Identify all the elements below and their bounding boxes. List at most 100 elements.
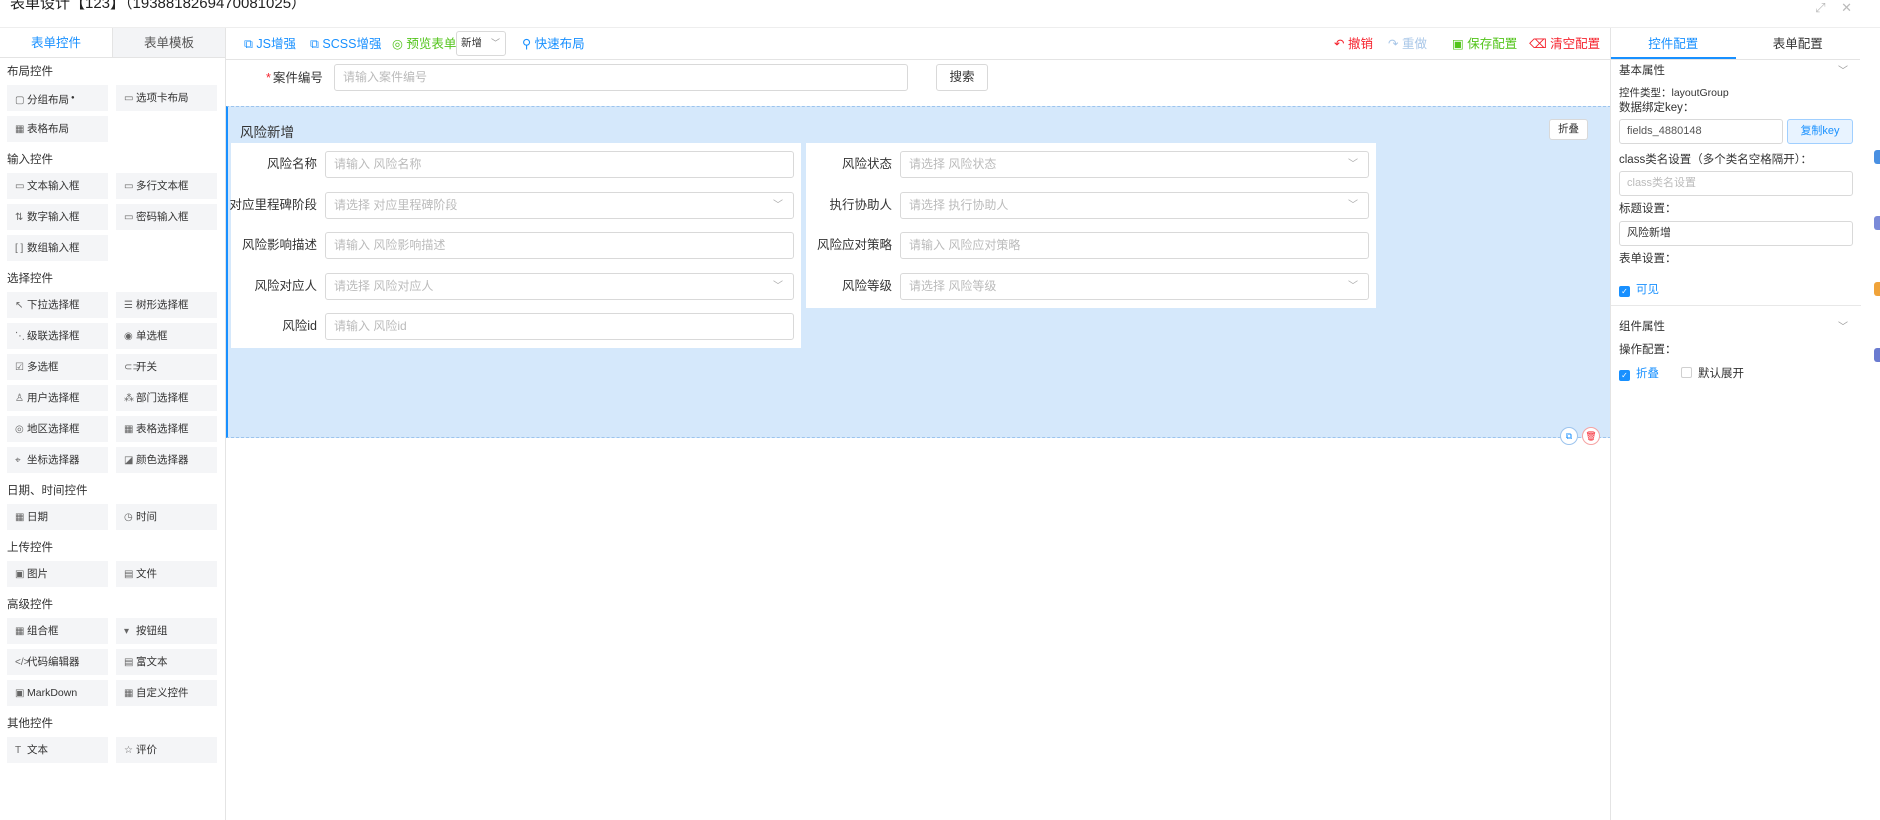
- palette-item-icon: ⌖: [15, 455, 21, 466]
- chevron-down-icon: ﹀: [490, 38, 500, 48]
- palette-item[interactable]: ⌖ 坐标选择器: [7, 447, 108, 473]
- tab-form-config[interactable]: 表单配置: [1736, 28, 1861, 59]
- undo-button[interactable]: ↶ 撤销: [1334, 28, 1373, 60]
- clear-config-button[interactable]: ⌫ 清空配置: [1529, 28, 1600, 60]
- edge-handle[interactable]: [1874, 216, 1880, 230]
- field-input[interactable]: 请输入 风险名称: [325, 151, 794, 178]
- field-select[interactable]: 请选择 对应里程碑阶段 ﹀: [325, 191, 794, 219]
- save-config-button[interactable]: ▣ 保存配置: [1452, 28, 1517, 60]
- palette-item[interactable]: ▤ 富文本: [116, 649, 217, 675]
- edge-handle[interactable]: [1874, 282, 1880, 296]
- component-props-title[interactable]: 组件属性: [1619, 318, 1665, 334]
- palette-item-icon: [ ]: [15, 243, 24, 254]
- palette-item-icon: ▣: [15, 569, 25, 580]
- redo-button[interactable]: ↷ 重做: [1388, 28, 1427, 60]
- palette-item[interactable]: ▦ 自定义控件: [116, 680, 217, 706]
- preview-form-button[interactable]: ◎ 预览表单: [392, 28, 456, 60]
- restore-icon[interactable]: ⤢: [1815, 0, 1825, 15]
- palette-item[interactable]: ▭ 多行文本框: [116, 173, 217, 199]
- class-name-label: class类名设置（多个类名空格隔开）：: [1619, 154, 1812, 166]
- mode-select[interactable]: 新增 ﹀: [456, 31, 506, 56]
- palette-item[interactable]: ◪ 颜色选择器: [116, 447, 217, 473]
- fold-button[interactable]: 折叠: [1549, 119, 1588, 140]
- field-label: 风险对应人: [254, 278, 317, 293]
- edge-handle[interactable]: [1874, 150, 1880, 164]
- case-number-input[interactable]: 请输入案件编号: [334, 64, 908, 91]
- palette-item-icon: ▭: [15, 181, 25, 192]
- field-select[interactable]: 请选择 风险对应人 ﹀: [325, 272, 794, 300]
- palette-item[interactable]: </>代码编辑器: [7, 649, 108, 675]
- check-icon: ✓: [1619, 286, 1630, 297]
- control-type-value: layoutGroup: [1671, 87, 1729, 99]
- field-input[interactable]: 请输入 风险影响描述: [325, 232, 794, 259]
- palette-item[interactable]: ♙ 用户选择框: [7, 385, 108, 411]
- palette-item[interactable]: ⁂ 部门选择框: [116, 385, 217, 411]
- palette-item-label: 日期: [27, 511, 48, 523]
- palette-item[interactable]: ⇅ 数字输入框: [7, 204, 108, 230]
- basic-props-title[interactable]: 基本属性: [1619, 62, 1665, 78]
- scss-enhance-button[interactable]: ⧉ SCSS增强: [310, 28, 381, 60]
- case-number-label: * 案件编号: [266, 68, 323, 88]
- fold-checkbox[interactable]: ✓ 折叠: [1619, 365, 1659, 381]
- palette-item[interactable]: ☑ 多选框: [7, 354, 108, 380]
- field-placeholder: 请输入 风险名称: [334, 157, 422, 171]
- palette-item[interactable]: ▾ 按钮组: [116, 618, 217, 644]
- palette-item[interactable]: T 文本: [7, 737, 108, 763]
- title-bar: 表单设计【123】（1938818269470081025） ⤢ ✕: [0, 0, 1880, 28]
- palette-group-title: 日期、时间控件: [7, 485, 88, 497]
- palette-item[interactable]: ▣ MarkDown: [7, 680, 108, 706]
- default-expand-checkbox[interactable]: 默认展开: [1681, 365, 1744, 381]
- quick-layout-button[interactable]: ⚲ 快速布局: [522, 28, 585, 60]
- palette-item[interactable]: ▭ 选项卡布局: [116, 85, 217, 111]
- field-input[interactable]: 请输入 风险id: [325, 313, 794, 340]
- palette-item[interactable]: ◎ 地区选择框: [7, 416, 108, 442]
- palette-item-label: 数组输入框: [27, 242, 80, 254]
- title-setting-input[interactable]: 风险新增: [1619, 221, 1853, 246]
- palette-item[interactable]: ▭ 密码输入框: [116, 204, 217, 230]
- copy-icon[interactable]: ⧉: [1560, 427, 1578, 445]
- palette-item[interactable]: ☆ 评价: [116, 737, 217, 763]
- palette-item[interactable]: ▢ 分组布局 ●: [7, 85, 108, 111]
- chevron-down-icon[interactable]: ﹀: [1838, 62, 1848, 77]
- fold-label: 折叠: [1636, 368, 1659, 380]
- delete-icon[interactable]: 🗑: [1582, 427, 1600, 445]
- palette-item[interactable]: ▦ 日期: [7, 504, 108, 530]
- field-select[interactable]: 请选择 风险状态 ﹀: [900, 151, 1369, 178]
- palette-item[interactable]: ▤ 文件: [116, 561, 217, 587]
- palette-item[interactable]: ▦ 表格选择框: [116, 416, 217, 442]
- palette-item[interactable]: ⋱ 级联选择框: [7, 323, 108, 349]
- field-input[interactable]: 请输入 风险应对策略: [900, 232, 1369, 259]
- bind-key-input[interactable]: fields_4880148: [1619, 119, 1783, 144]
- search-row: * 案件编号 请输入案件编号 搜索: [226, 60, 1611, 105]
- field-placeholder: 请选择 风险状态: [909, 157, 997, 171]
- palette-item[interactable]: ◷ 时间: [116, 504, 217, 530]
- palette-item[interactable]: ▦ 表格布局: [7, 116, 108, 142]
- palette-item-label: 选项卡布局: [136, 92, 189, 104]
- palette-item[interactable]: ☰ 树形选择框: [116, 292, 217, 318]
- palette-item[interactable]: ▦ 组合框: [7, 618, 108, 644]
- field-select[interactable]: 请选择 风险等级 ﹀: [900, 272, 1369, 300]
- edge-handle[interactable]: [1874, 348, 1880, 362]
- form-field: 对应里程碑阶段 请选择 对应里程碑阶段 ﹀: [229, 183, 801, 227]
- palette-item-icon: ▾: [124, 626, 130, 637]
- copy-key-button[interactable]: 复制key: [1787, 119, 1853, 144]
- palette-item[interactable]: ◉ 单选框: [116, 323, 217, 349]
- visible-checkbox[interactable]: ✓ 可见: [1619, 281, 1659, 297]
- design-canvas: * 案件编号 请输入案件编号 搜索 风险新增 折叠 风险名称 请输入 风险名称 风…: [226, 60, 1611, 820]
- palette-item[interactable]: ⊂⊃开关: [116, 354, 217, 380]
- palette-item[interactable]: ▣ 图片: [7, 561, 108, 587]
- chevron-down-icon[interactable]: ﹀: [1838, 318, 1848, 333]
- search-button[interactable]: 搜索: [936, 64, 988, 91]
- tab-form-controls[interactable]: 表单控件: [0, 28, 112, 57]
- field-label: 执行协助人: [829, 197, 892, 212]
- field-select[interactable]: 请选择 执行协助人 ﹀: [900, 191, 1369, 219]
- tab-form-templates[interactable]: 表单模板: [112, 28, 225, 57]
- layout-group[interactable]: 风险新增 折叠 风险名称 请输入 风险名称 风险状态 请选择 风险状态 ﹀ 对应里…: [226, 106, 1611, 445]
- close-icon[interactable]: ✕: [1841, 0, 1852, 15]
- palette-item[interactable]: ▭ 文本输入框: [7, 173, 108, 199]
- js-enhance-button[interactable]: ⧉ JS增强: [244, 28, 296, 60]
- palette-item[interactable]: ↖ 下拉选择框: [7, 292, 108, 318]
- tab-control-config[interactable]: 控件配置: [1611, 28, 1736, 59]
- class-name-input[interactable]: class类名设置: [1619, 171, 1853, 196]
- palette-item[interactable]: [ ] 数组输入框: [7, 235, 108, 261]
